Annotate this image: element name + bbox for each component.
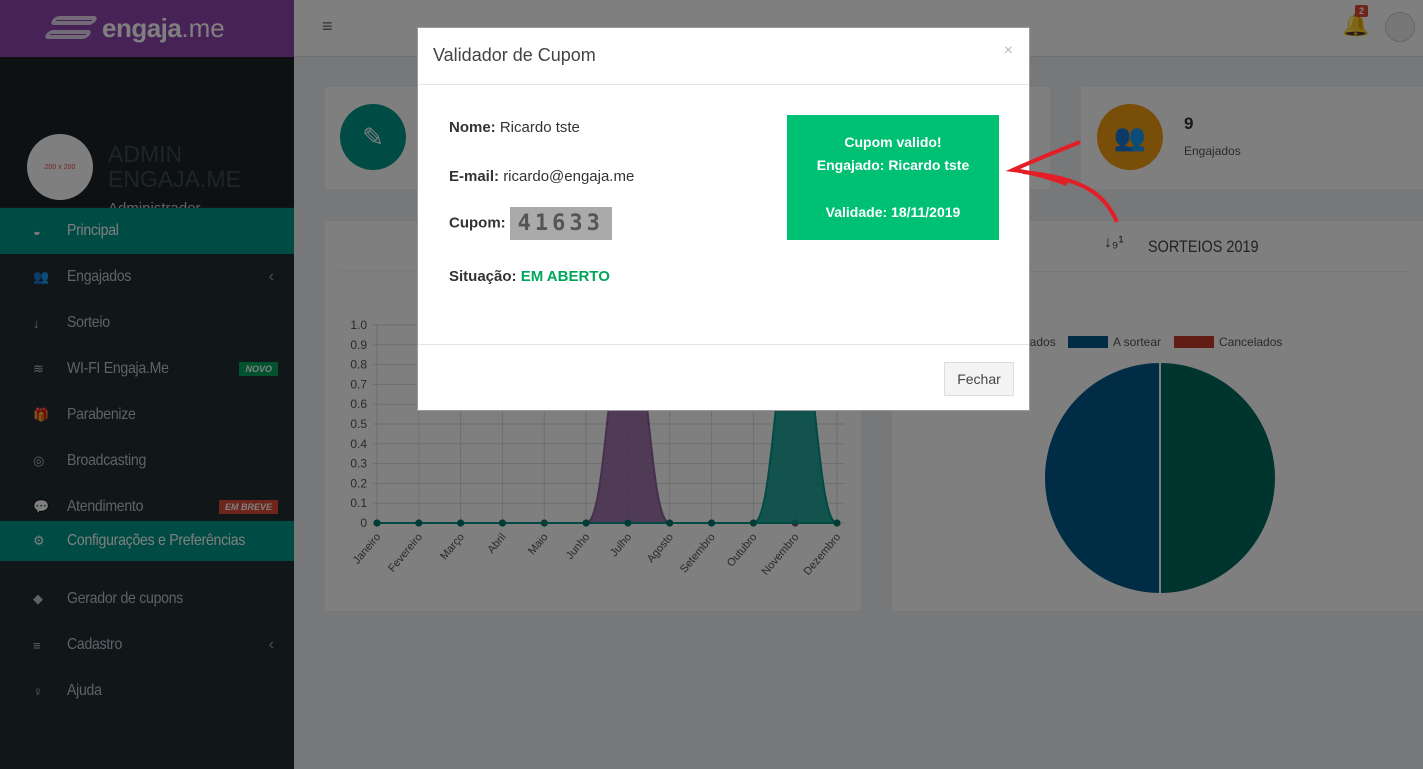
valid-line-engajado: Engajado: Ricardo tste <box>816 157 970 173</box>
validation-result-box: Cupom valido! Engajado: Ricardo tste Val… <box>787 115 999 240</box>
cupom-field: Cupom: 41633 <box>449 207 612 240</box>
situacao-field: Situação: EM ABERTO <box>449 268 610 285</box>
valid-line-status: Cupom valido! <box>844 134 942 150</box>
modal-footer: Fechar <box>418 344 1029 410</box>
coupon-validator-modal: Validador de Cupom × Nome: Ricardo tste … <box>417 27 1030 411</box>
status-badge: EM ABERTO <box>520 268 610 285</box>
cupom-label: Cupom: <box>449 214 506 232</box>
nome-value: Ricardo tste <box>499 119 580 136</box>
modal-title: Validador de Cupom <box>433 45 596 65</box>
email-label: E-mail: <box>449 168 500 185</box>
nome-label: Nome: <box>449 119 496 136</box>
annotation-arrow-icon <box>1005 140 1119 223</box>
email-field: E-mail: ricardo@engaja.me <box>449 168 634 185</box>
email-value: ricardo@engaja.me <box>503 168 635 185</box>
close-icon[interactable]: × <box>1004 42 1013 60</box>
situacao-label: Situação: <box>449 268 517 285</box>
valid-line-validade: Validade: 18/11/2019 <box>825 204 961 220</box>
cupom-code: 41633 <box>509 207 612 240</box>
modal-header: Validador de Cupom × <box>418 28 1029 85</box>
fechar-button[interactable]: Fechar <box>944 362 1014 396</box>
nome-field: Nome: Ricardo tste <box>449 119 580 136</box>
